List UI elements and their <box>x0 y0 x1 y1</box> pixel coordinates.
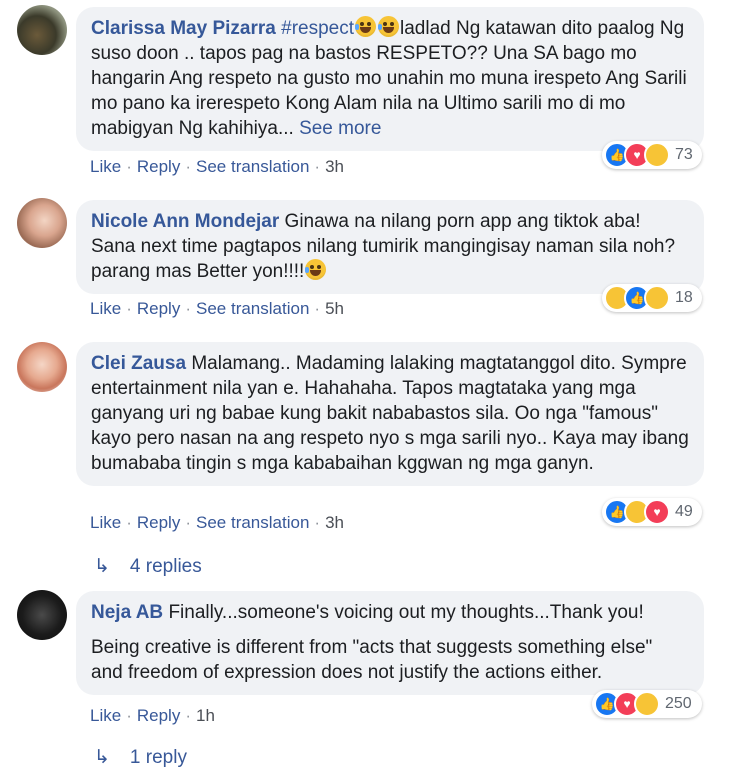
comment-bubble: Neja AB Finally...someone's voicing out … <box>76 591 704 695</box>
haha-icon <box>644 142 670 168</box>
comment-timestamp[interactable]: 3h <box>325 157 344 176</box>
comment-text: Finally...someone's voicing out my thoug… <box>168 602 644 623</box>
view-replies-link[interactable]: ↳ 4 replies <box>94 555 202 578</box>
avatar[interactable] <box>17 342 67 392</box>
avatar[interactable] <box>17 5 67 55</box>
comment-actions: Like · Reply · See translation · 3h <box>90 157 344 176</box>
wow-icon <box>644 285 670 311</box>
reply-arrow-icon: ↳ <box>94 556 110 577</box>
comment-author[interactable]: Clarissa May Pizarra <box>91 18 276 39</box>
comment-bubble: Nicole Ann Mondejar Ginawa na nilang por… <box>76 200 704 294</box>
reply-arrow-icon: ↳ <box>94 747 110 768</box>
laughing-tears-emoji-icon <box>305 259 327 280</box>
laughing-tears-emoji-icon <box>355 16 376 37</box>
comment-timestamp[interactable]: 5h <box>325 299 344 318</box>
comment-bubble: Clarissa May Pizarra #respect ladlad Ng k… <box>76 7 704 151</box>
care-icon <box>634 691 660 717</box>
reactions-summary[interactable]: 👍 ♥ 49 <box>602 498 702 526</box>
reactions-summary[interactable]: 👍 18 <box>602 284 702 312</box>
like-link[interactable]: Like <box>90 513 121 532</box>
comment-bubble: Clei Zausa Malamang.. Madaming lalaking … <box>76 342 704 486</box>
reactions-summary[interactable]: 👍 ♥ 250 <box>592 690 702 718</box>
comment-text: ladlad Ng katawan dito paalog <box>400 18 655 39</box>
reply-link[interactable]: Reply <box>137 706 180 725</box>
laughing-tears-emoji-icon <box>378 16 399 37</box>
like-link[interactable]: Like <box>90 157 121 176</box>
reaction-count: 18 <box>675 289 693 306</box>
comment-author[interactable]: Nicole Ann Mondejar <box>91 211 279 232</box>
reaction-count: 49 <box>675 503 693 520</box>
avatar[interactable] <box>17 590 67 640</box>
like-link[interactable]: Like <box>90 299 121 318</box>
love-icon: ♥ <box>644 499 670 525</box>
reply-link[interactable]: Reply <box>137 513 180 532</box>
reaction-count: 73 <box>675 146 693 163</box>
comment-actions: Like · Reply · 1h <box>90 706 215 725</box>
avatar[interactable] <box>17 198 67 248</box>
comment-timestamp[interactable]: 3h <box>325 513 344 532</box>
comment-author[interactable]: Clei Zausa <box>91 353 186 374</box>
comment-author[interactable]: Neja AB <box>91 602 163 623</box>
view-replies-link[interactable]: ↳ 1 reply <box>94 746 187 769</box>
see-more-link[interactable]: See more <box>299 118 381 139</box>
reactions-summary[interactable]: 👍 ♥ 73 <box>602 141 702 169</box>
replies-count: 1 reply <box>129 747 187 768</box>
like-link[interactable]: Like <box>90 706 121 725</box>
replies-count: 4 replies <box>129 556 202 577</box>
hashtag-link[interactable]: #respect <box>281 18 354 39</box>
comment-text: Being creative is different from "acts t… <box>91 637 653 683</box>
reply-link[interactable]: Reply <box>137 299 180 318</box>
comment-actions: Like · Reply · See translation · 3h <box>90 513 344 532</box>
comment-timestamp[interactable]: 1h <box>196 706 215 725</box>
see-translation-link[interactable]: See translation <box>196 299 309 318</box>
reaction-count: 250 <box>665 695 692 712</box>
see-translation-link[interactable]: See translation <box>196 157 309 176</box>
see-translation-link[interactable]: See translation <box>196 513 309 532</box>
comment-actions: Like · Reply · See translation · 5h <box>90 299 344 318</box>
reply-link[interactable]: Reply <box>137 157 180 176</box>
